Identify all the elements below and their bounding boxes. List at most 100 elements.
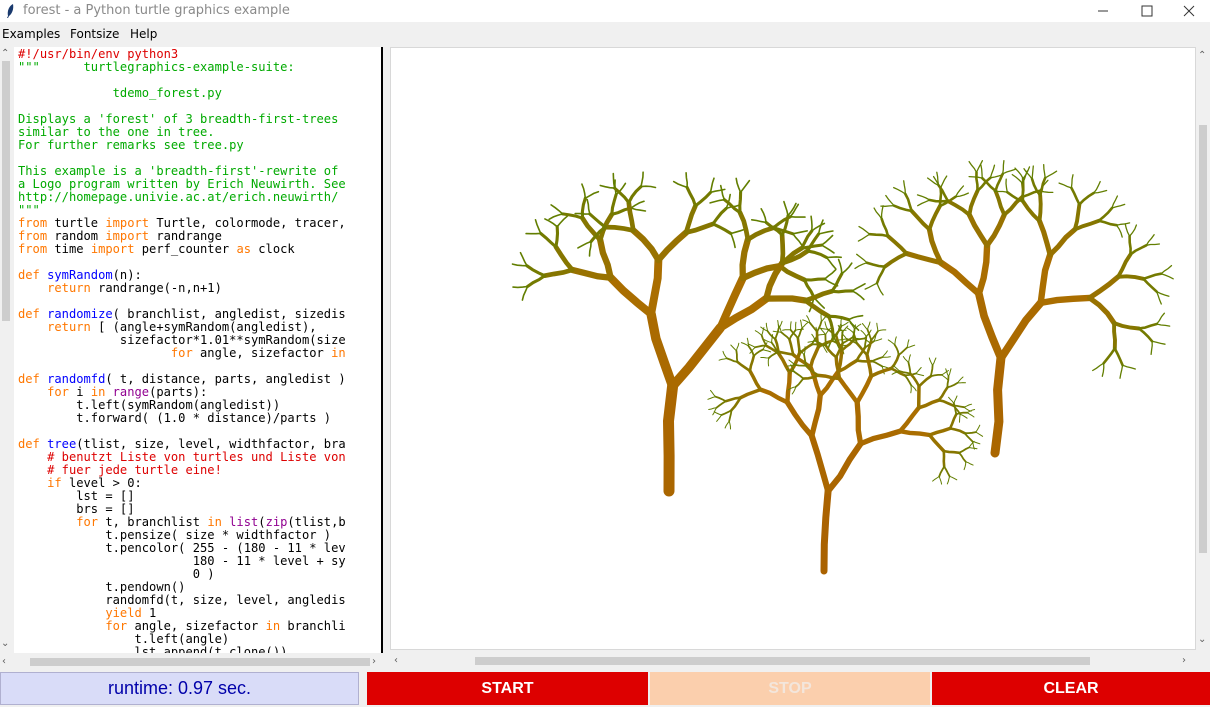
- start-button[interactable]: START: [367, 672, 648, 705]
- chevron-up-icon[interactable]: ⌃: [1, 49, 9, 59]
- tree-branch: [1097, 219, 1118, 227]
- code-horizontal-scrollbar[interactable]: ‹ ›: [0, 655, 385, 669]
- menu-bar: Examples Fontsize Help: [0, 25, 1210, 45]
- code-line[interactable]: # fuer jede turtle eine!: [18, 463, 222, 477]
- code-line[interactable]: randomfd(t, size, level, angledis: [18, 593, 345, 607]
- tree-branch: [909, 209, 932, 232]
- code-line[interactable]: """: [18, 203, 40, 217]
- code-line[interactable]: from random import randrange: [18, 229, 222, 243]
- scroll-thumb[interactable]: [30, 658, 370, 666]
- tree-branch: [597, 236, 614, 281]
- menu-fontsize[interactable]: Fontsize: [70, 27, 119, 41]
- tree-branch: [610, 193, 618, 216]
- scroll-thumb[interactable]: [2, 61, 10, 321]
- menu-examples[interactable]: Examples: [2, 27, 60, 41]
- tree-branch: [794, 364, 808, 367]
- tree-branch: [825, 440, 864, 495]
- tree-branch: [984, 212, 1007, 249]
- code-line[interactable]: from time import perf_counter as clock: [18, 242, 295, 256]
- code-line[interactable]: similar to the one in tree.: [18, 125, 215, 139]
- chevron-up-icon[interactable]: ⌃: [1198, 51, 1206, 61]
- code-line[interactable]: t.pensize( size * widthfactor ): [18, 528, 331, 542]
- code-line[interactable]: from turtle import Turtle, colormode, tr…: [18, 216, 346, 230]
- code-line[interactable]: a Logo program written by Erich Neuwirth…: [18, 177, 346, 191]
- code-line[interactable]: for i in range(parts):: [18, 385, 207, 399]
- code-line[interactable]: # benutzt Liste von turtles und Liste vo…: [18, 450, 346, 464]
- code-line[interactable]: tdemo_forest.py: [18, 86, 222, 100]
- tree-branch: [1070, 186, 1081, 206]
- tree-branch: [840, 317, 842, 327]
- chevron-down-icon[interactable]: ⌄: [1198, 635, 1206, 645]
- scroll-thumb[interactable]: [1199, 125, 1207, 553]
- code-line[interactable]: lst = []: [18, 489, 134, 503]
- tree-branch: [748, 354, 756, 373]
- code-line[interactable]: for t, branchlist in list(zip(tlist,b: [18, 515, 345, 529]
- code-line[interactable]: t.pendown(): [18, 580, 185, 594]
- tree-branch: [906, 344, 916, 349]
- canvas-vertical-scrollbar[interactable]: ⌃ ⌄: [1196, 47, 1210, 650]
- tree-branch: [777, 263, 807, 283]
- code-line[interactable]: Displays a 'forest' of 3 breadth-first-t…: [18, 112, 338, 126]
- code-line[interactable]: #!/usr/bin/env python3: [18, 47, 178, 61]
- code-line[interactable]: for angle, sizefactor in: [18, 346, 346, 360]
- tree-branch: [711, 222, 733, 236]
- close-button[interactable]: [1166, 0, 1210, 22]
- code-line[interactable]: 180 - 11 * level + sy: [18, 554, 346, 568]
- code-vertical-scrollbar[interactable]: ⌃ ⌄: [0, 47, 12, 653]
- clear-button[interactable]: CLEAR: [932, 672, 1210, 705]
- code-line[interactable]: return randrange(-n,n+1): [18, 281, 222, 295]
- maximize-button[interactable]: [1124, 0, 1170, 22]
- tree-branch: [810, 215, 813, 232]
- code-line[interactable]: def tree(tlist, size, level, widthfactor…: [18, 437, 346, 451]
- tree-branch: [916, 194, 931, 201]
- tree-branch: [1078, 191, 1095, 206]
- chevron-left-icon[interactable]: ‹: [2, 657, 6, 667]
- code-line[interactable]: if level > 0:: [18, 476, 142, 490]
- tree-branch: [897, 346, 908, 356]
- code-line[interactable]: lst.append(t.clone()): [18, 645, 287, 654]
- tree-branch: [904, 374, 912, 386]
- chevron-right-icon[interactable]: ›: [372, 657, 376, 667]
- code-line[interactable]: for angle, sizefactor in branchli: [18, 619, 345, 633]
- scroll-thumb[interactable]: [475, 657, 1090, 665]
- code-line[interactable]: return [ (angle+symRandom(angledist),: [18, 320, 316, 334]
- tree-branch: [785, 370, 792, 405]
- chevron-left-icon[interactable]: ‹: [394, 656, 398, 666]
- tree-branch: [825, 256, 842, 259]
- menu-help[interactable]: Help: [130, 27, 157, 41]
- tree-branch: [713, 411, 722, 416]
- code-line[interactable]: This example is a 'breadth-first'-rewrit…: [18, 164, 338, 178]
- code-line[interactable]: 0 ): [18, 567, 215, 581]
- stop-button[interactable]: STOP: [650, 672, 930, 705]
- tree-branch: [1058, 182, 1073, 189]
- chevron-down-icon[interactable]: ⌄: [1, 639, 9, 649]
- source-code[interactable]: #!/usr/bin/env python3 """ turtlegraphic…: [14, 47, 381, 654]
- tree-branch: [840, 321, 849, 327]
- tree-branch: [938, 465, 946, 478]
- code-line[interactable]: brs = []: [18, 502, 134, 516]
- canvas-horizontal-scrollbar[interactable]: ‹ ›: [390, 654, 1196, 668]
- tree-branch: [1160, 264, 1173, 275]
- code-line[interactable]: def randomize( branchlist, angledist, si…: [18, 307, 346, 321]
- code-line[interactable]: For further remarks see tree.py: [18, 138, 244, 152]
- code-line[interactable]: def randomfd( t, distance, parts, angled…: [18, 372, 346, 386]
- code-line[interactable]: """ turtlegraphics-example-suite:: [18, 60, 295, 74]
- code-line[interactable]: t.pencolor( 255 - (180 - 11 * lev: [18, 541, 345, 555]
- tree-branch: [906, 339, 910, 349]
- code-line[interactable]: t.left(symRandom(angledist)): [18, 398, 280, 412]
- code-line[interactable]: t.forward( (1.0 * distance)/parts ): [18, 411, 331, 425]
- code-line[interactable]: yield 1: [18, 606, 156, 620]
- minimize-button[interactable]: [1080, 0, 1126, 22]
- tree-branch: [1113, 347, 1124, 367]
- tree-branch: [881, 356, 891, 358]
- code-editor[interactable]: #!/usr/bin/env python3 """ turtlegraphic…: [14, 47, 383, 653]
- chevron-right-icon[interactable]: ›: [1182, 656, 1186, 666]
- tree-branch: [794, 377, 805, 388]
- tree-branch: [646, 309, 678, 391]
- code-line[interactable]: def symRandom(n):: [18, 268, 142, 282]
- tree-branch: [662, 380, 679, 497]
- code-line[interactable]: http://homepage.univie.ac.at/erich.neuwi…: [18, 190, 338, 204]
- code-line[interactable]: sizefactor*1.01**symRandom(size: [18, 333, 346, 347]
- code-line[interactable]: t.left(angle): [18, 632, 229, 646]
- tree-branch: [718, 357, 728, 361]
